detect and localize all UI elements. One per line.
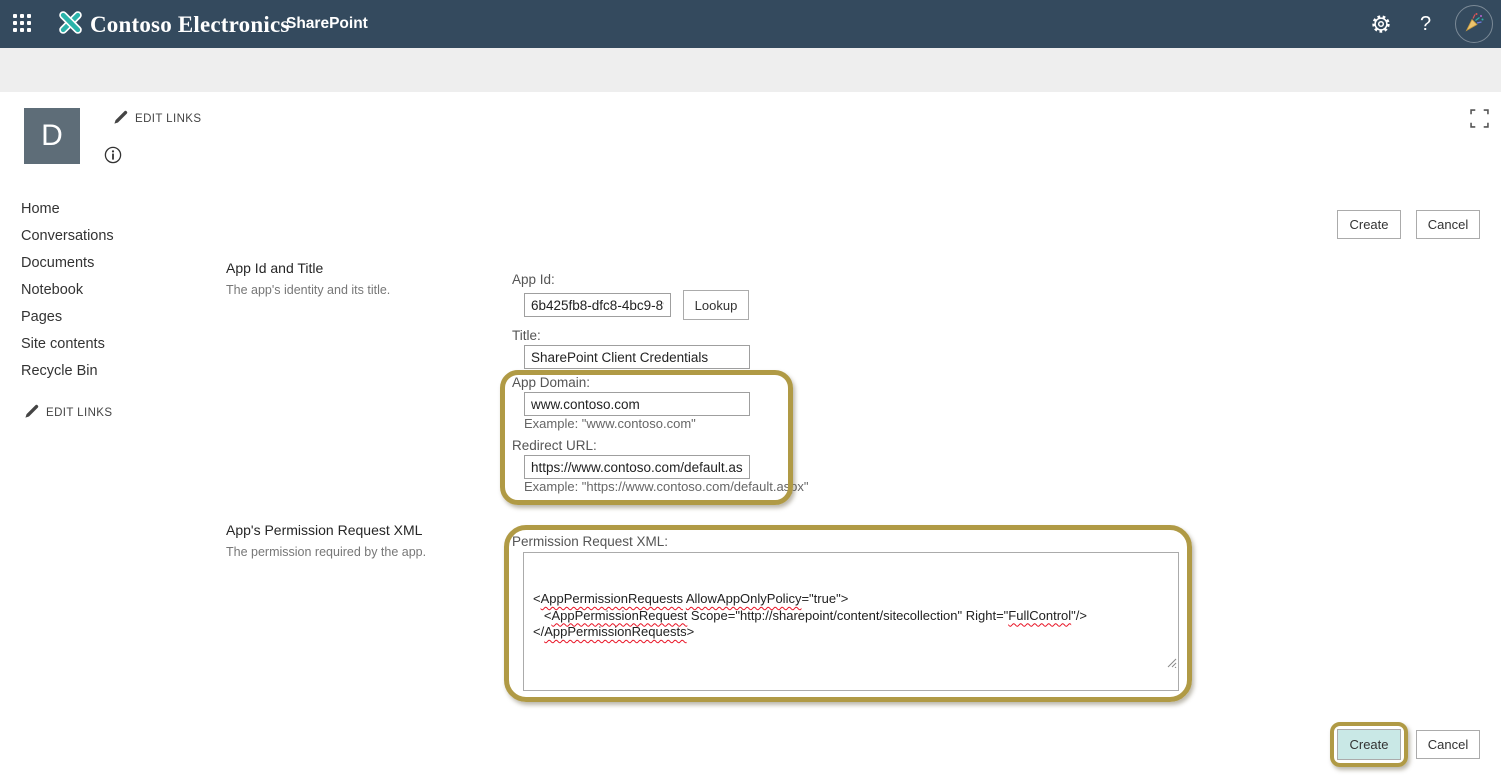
focus-mode-icon[interactable] <box>1470 109 1489 128</box>
app-domain-example: Example: "www.contoso.com" <box>524 416 696 431</box>
cancel-button-top[interactable]: Cancel <box>1416 210 1480 239</box>
site-logo[interactable]: D <box>24 108 80 164</box>
sidebar-nav: Home Conversations Documents Notebook Pa… <box>21 201 114 390</box>
sidebar-item-site-contents[interactable]: Site contents <box>21 336 114 363</box>
command-bar <box>0 48 1501 92</box>
edit-links-label: EDIT LINKS <box>135 113 201 125</box>
section-title-permission-xml: App's Permission Request XML <box>226 522 422 538</box>
section-title-app-id: App Id and Title <box>226 260 323 276</box>
pencil-icon <box>25 404 39 421</box>
pencil-icon <box>114 110 128 127</box>
edit-links-top[interactable]: EDIT LINKS <box>114 110 201 127</box>
lookup-button[interactable]: Lookup <box>683 290 749 320</box>
help-icon[interactable]: ? <box>1420 13 1431 36</box>
suite-bar: Contoso Electronics SharePoint ? <box>0 0 1501 48</box>
redirect-url-label: Redirect URL: <box>512 438 597 453</box>
permission-xml-textarea[interactable]: <AppPermissionRequests AllowAppOnlyPolic… <box>523 552 1179 691</box>
edit-links-bottom[interactable]: EDIT LINKS <box>25 404 112 421</box>
party-popper-icon <box>1462 10 1486 39</box>
app-domain-input[interactable] <box>524 392 750 416</box>
resize-grip-icon[interactable] <box>1143 640 1177 690</box>
info-icon[interactable] <box>104 146 122 169</box>
sidebar-item-pages[interactable]: Pages <box>21 309 114 336</box>
page: Contoso Electronics SharePoint ? <box>0 0 1501 780</box>
sidebar-item-notebook[interactable]: Notebook <box>21 282 114 309</box>
brand-logo[interactable]: Contoso Electronics <box>57 9 290 41</box>
permission-xml-label: Permission Request XML: <box>512 534 668 549</box>
contoso-logo-icon <box>57 9 84 41</box>
sharepoint-link[interactable]: SharePoint <box>286 15 368 33</box>
section-desc-permission-xml: The permission required by the app. <box>226 545 426 559</box>
edit-links-label: EDIT LINKS <box>46 407 112 419</box>
app-id-input[interactable] <box>524 293 671 317</box>
sidebar-item-documents[interactable]: Documents <box>21 255 114 282</box>
settings-gear-icon[interactable] <box>1371 14 1391 39</box>
title-input[interactable] <box>524 345 750 369</box>
redirect-url-example: Example: "https://www.contoso.com/defaul… <box>524 479 809 494</box>
app-domain-label: App Domain: <box>512 375 590 390</box>
title-label: Title: <box>512 328 541 343</box>
section-desc-app-id: The app's identity and its title. <box>226 283 390 297</box>
create-button-top[interactable]: Create <box>1337 210 1401 239</box>
sidebar-item-conversations[interactable]: Conversations <box>21 228 114 255</box>
app-id-label: App Id: <box>512 272 555 287</box>
sidebar-item-home[interactable]: Home <box>21 201 114 228</box>
redirect-url-input[interactable] <box>524 455 750 479</box>
sidebar-item-recycle-bin[interactable]: Recycle Bin <box>21 363 114 390</box>
app-launcher-icon[interactable] <box>13 14 35 36</box>
brand-name: Contoso Electronics <box>90 12 290 38</box>
cancel-button-bottom[interactable]: Cancel <box>1416 730 1480 759</box>
user-avatar[interactable] <box>1455 5 1493 43</box>
create-button-bottom[interactable]: Create <box>1337 729 1401 760</box>
